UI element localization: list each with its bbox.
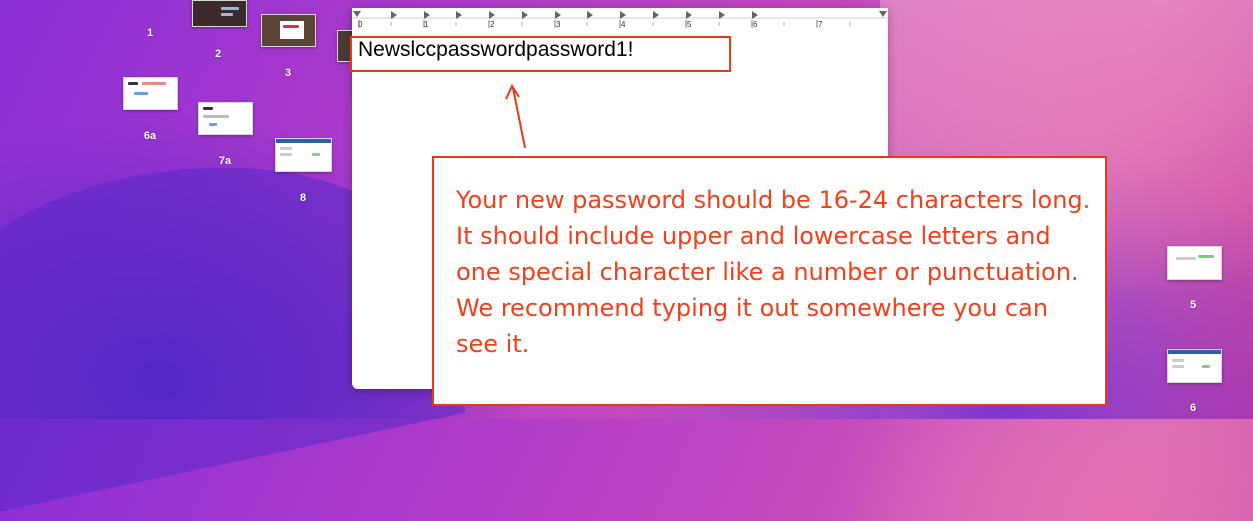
file-thumbnail bbox=[1167, 349, 1222, 383]
ruler-number: 4 bbox=[621, 20, 626, 29]
file-label: 6a bbox=[143, 130, 157, 142]
ruler-number: 2 bbox=[490, 20, 495, 29]
annotation-arrow-icon bbox=[505, 83, 526, 149]
file-thumbnail bbox=[198, 102, 253, 135]
file-thumbnail bbox=[1167, 246, 1222, 280]
ruler[interactable]: 0 1 2 3 4 5 6 7 bbox=[352, 8, 888, 32]
callout-text: Your new password should be 16-24 charac… bbox=[456, 186, 1091, 358]
file-thumbnail bbox=[123, 77, 178, 110]
ruler-number: 6 bbox=[753, 20, 758, 29]
left-indent-marker bbox=[353, 11, 361, 17]
ruler-number: 1 bbox=[424, 20, 429, 29]
file-label: 3 bbox=[284, 67, 292, 79]
ruler-number: 0 bbox=[358, 20, 363, 29]
right-indent-marker bbox=[879, 11, 887, 17]
instruction-callout: Your new password should be 16-24 charac… bbox=[432, 156, 1107, 406]
file-thumbnail bbox=[261, 14, 316, 47]
file-label: 5 bbox=[1189, 299, 1197, 311]
file-thumbnail bbox=[275, 138, 332, 172]
file-label: 8 bbox=[299, 192, 307, 204]
ruler-number: 3 bbox=[556, 20, 561, 29]
file-label: 6 bbox=[1189, 402, 1197, 414]
file-label: 1 bbox=[146, 27, 154, 39]
ruler-ticks bbox=[352, 11, 888, 28]
file-label: 2 bbox=[214, 48, 222, 60]
ruler-number: 5 bbox=[687, 20, 692, 29]
ruler-number: 7 bbox=[818, 20, 823, 29]
file-thumbnail bbox=[192, 0, 247, 27]
file-label: 7a bbox=[218, 155, 232, 167]
password-highlight-box bbox=[350, 36, 731, 72]
